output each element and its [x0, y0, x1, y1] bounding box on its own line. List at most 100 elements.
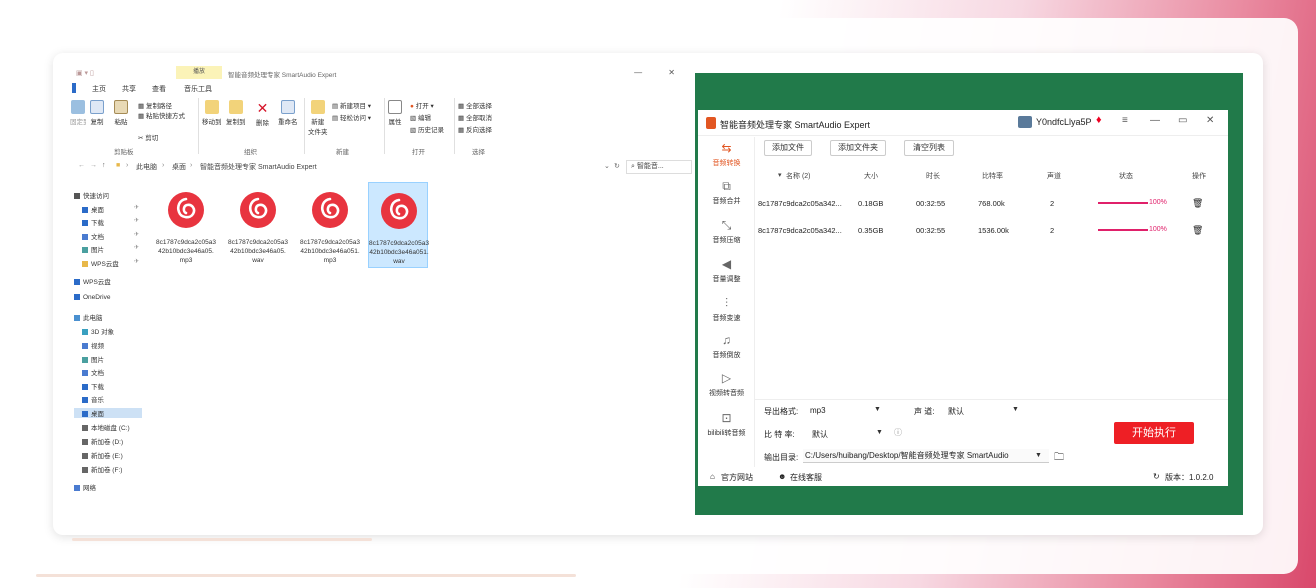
sidebar-item-audio-merge[interactable]: ⧉ 音频合并: [698, 179, 755, 206]
file-item[interactable]: 8c1787c9dca2c05a342b10bdc3e46a051.mp3: [300, 182, 360, 268]
home-icon[interactable]: ⌂: [710, 472, 715, 481]
menu-icon[interactable]: ≡: [1122, 115, 1128, 126]
nav-item[interactable]: 视频: [74, 340, 104, 350]
paste-shortcut-button[interactable]: ▦ 粘贴快捷方式: [138, 110, 185, 120]
edit-button[interactable]: ▧ 编辑: [410, 112, 431, 122]
sidebar-item-bilibili-to-audio[interactable]: ⊡ bilibili转音频: [698, 411, 755, 438]
back-icon[interactable]: ←: [78, 162, 85, 169]
copy-button[interactable]: 复制: [90, 100, 104, 126]
avatar[interactable]: [1018, 116, 1032, 128]
add-file-button[interactable]: 添加文件: [764, 140, 812, 156]
chevron-down-icon[interactable]: ▼: [1012, 406, 1019, 413]
tab-music-tools[interactable]: 音乐工具: [184, 84, 212, 94]
add-folder-button[interactable]: 添加文件夹: [830, 140, 886, 156]
nav-item[interactable]: 3D 对象: [74, 326, 114, 336]
select-all-button[interactable]: ▦ 全部选择: [458, 100, 492, 110]
start-button[interactable]: 开始执行: [1114, 422, 1194, 444]
easy-access-button[interactable]: ▤ 轻松访问 ▾: [332, 112, 371, 122]
pin-quick-access-button[interactable]: 固定到快速访问: [70, 100, 86, 128]
minimize-icon[interactable]: —: [1150, 115, 1160, 126]
folder-open-icon[interactable]: 🗀: [1054, 450, 1064, 467]
nav-item[interactable]: 新加卷 (D:): [74, 436, 123, 446]
help-icon[interactable]: ⓘ: [894, 427, 902, 438]
sidebar-item-audio-convert[interactable]: ⇆ 音频转换: [698, 141, 755, 168]
sidebar-item-audio-speed[interactable]: ⫶ 音频变速: [698, 296, 755, 323]
breadcrumb-this-pc[interactable]: 此电脑: [136, 162, 157, 172]
clear-list-button[interactable]: 清空列表: [904, 140, 954, 156]
official-website-link[interactable]: 官方网站: [721, 472, 753, 483]
sort-icon[interactable]: ▾: [778, 171, 782, 179]
properties-button[interactable]: 属性: [388, 100, 402, 126]
nav-item[interactable]: WPS云盘: [74, 276, 111, 286]
sidebar-item-video-to-audio[interactable]: ▷ 视频转音频: [698, 371, 755, 398]
maximize-icon[interactable]: ▭: [1178, 115, 1187, 126]
nav-item[interactable]: 音乐: [74, 394, 104, 404]
cut-button[interactable]: ✂ 剪切: [138, 132, 158, 142]
rename-button[interactable]: 重命名: [278, 100, 298, 126]
context-tab-play[interactable]: 播放: [176, 66, 222, 79]
nav-item[interactable]: 此电脑: [74, 312, 103, 322]
user-icon[interactable]: ☻: [778, 472, 786, 481]
nav-item[interactable]: 新加卷 (E:): [74, 450, 123, 460]
column-header-name[interactable]: 名称 (2): [786, 171, 811, 181]
channel-select[interactable]: 默认: [948, 406, 964, 417]
window-controls[interactable]: — ✕: [634, 68, 687, 77]
refresh-icon[interactable]: ↻: [614, 162, 620, 170]
trash-icon[interactable]: 🗑: [1192, 225, 1203, 236]
online-support-link[interactable]: 在线客服: [790, 472, 822, 483]
dropdown-icon[interactable]: ⌄: [604, 162, 610, 170]
paste-button[interactable]: 粘贴: [114, 100, 128, 126]
quick-access-toolbar-icon[interactable]: ▣ ▾ ▯: [76, 69, 94, 77]
file-tab[interactable]: [72, 83, 76, 93]
copy-to-button[interactable]: 复制到: [226, 100, 246, 126]
open-button[interactable]: ● 打开 ▾: [410, 100, 434, 110]
nav-item[interactable]: 文档: [74, 231, 104, 241]
nav-item[interactable]: 桌面: [74, 408, 142, 418]
nav-item[interactable]: 快速访问: [74, 190, 109, 200]
file-name: 8c1787c9dca2c05a342b10bdc3e46a051.wav: [369, 240, 429, 265]
trash-icon[interactable]: 🗑: [1192, 198, 1203, 209]
nav-item[interactable]: 图片: [74, 244, 104, 254]
tab-view[interactable]: 查看: [152, 84, 166, 94]
nav-item[interactable]: 下载: [74, 381, 104, 391]
chevron-down-icon[interactable]: ▼: [874, 406, 881, 413]
nav-item[interactable]: 图片: [74, 354, 104, 364]
vip-diamond-icon[interactable]: ♦: [1096, 114, 1102, 126]
tab-share[interactable]: 共享: [122, 84, 136, 94]
file-item[interactable]: 8c1787c9dca2c05a342b10bdc3e46a051.wav: [368, 182, 429, 268]
nav-item[interactable]: 桌面: [74, 204, 104, 214]
file-item[interactable]: 8c1787c9dca2c05a342b10bdc3e46a05.wav: [228, 182, 288, 268]
sidebar-item-volume-adjust[interactable]: ◀ 音量调整: [698, 257, 755, 284]
sidebar-item-audio-compress[interactable]: ⤡ 音频压缩: [698, 218, 755, 245]
file-item[interactable]: 8c1787c9dca2c05a342b10bdc3e46a05.mp3: [156, 182, 216, 268]
chevron-down-icon[interactable]: ▼: [1035, 452, 1042, 459]
breadcrumb-desktop[interactable]: 桌面: [172, 162, 186, 172]
output-dir-input[interactable]: C:/Users/huibang/Desktop/智能音频处理专家 SmartA…: [803, 449, 1049, 463]
delete-button[interactable]: ✕ 删除: [256, 100, 269, 127]
move-to-button[interactable]: 移动到: [202, 100, 222, 126]
invert-selection-button[interactable]: ▦ 反向选择: [458, 124, 492, 134]
bitrate-select[interactable]: 默认: [812, 429, 828, 440]
nav-item[interactable]: OneDrive: [74, 294, 110, 301]
up-icon[interactable]: ↑: [102, 162, 106, 169]
nav-item[interactable]: 新加卷 (F:): [74, 464, 122, 474]
new-folder-button[interactable]: 新建 文件夹: [308, 100, 328, 136]
format-select[interactable]: mp3: [810, 406, 826, 415]
chevron-down-icon[interactable]: ▼: [876, 429, 883, 436]
nav-item[interactable]: 文档: [74, 367, 104, 377]
search-input[interactable]: ⌕ 智能音...: [626, 160, 692, 174]
close-icon[interactable]: ✕: [1206, 115, 1214, 126]
copy-path-button[interactable]: ▦ 复制路径: [138, 100, 172, 110]
tab-home[interactable]: 主页: [92, 84, 106, 94]
select-none-button[interactable]: ▦ 全部取消: [458, 112, 492, 122]
nav-item[interactable]: WPS云盘: [74, 258, 119, 268]
breadcrumb-current-folder[interactable]: 智能音频处理专家 SmartAudio Expert: [200, 162, 317, 172]
sidebar-item-audio-reverse[interactable]: ♫ 音频倒放: [698, 333, 755, 360]
new-item-button[interactable]: ▤ 新建项目 ▾: [332, 100, 371, 110]
nav-item[interactable]: 本地磁盘 (C:): [74, 422, 130, 432]
history-button[interactable]: ▧ 历史记录: [410, 124, 444, 134]
nav-item[interactable]: 下载: [74, 217, 104, 227]
nav-item[interactable]: 网络: [74, 482, 96, 492]
username[interactable]: Y0ndfcLlya5P: [1036, 117, 1092, 127]
forward-icon[interactable]: →: [90, 162, 97, 169]
